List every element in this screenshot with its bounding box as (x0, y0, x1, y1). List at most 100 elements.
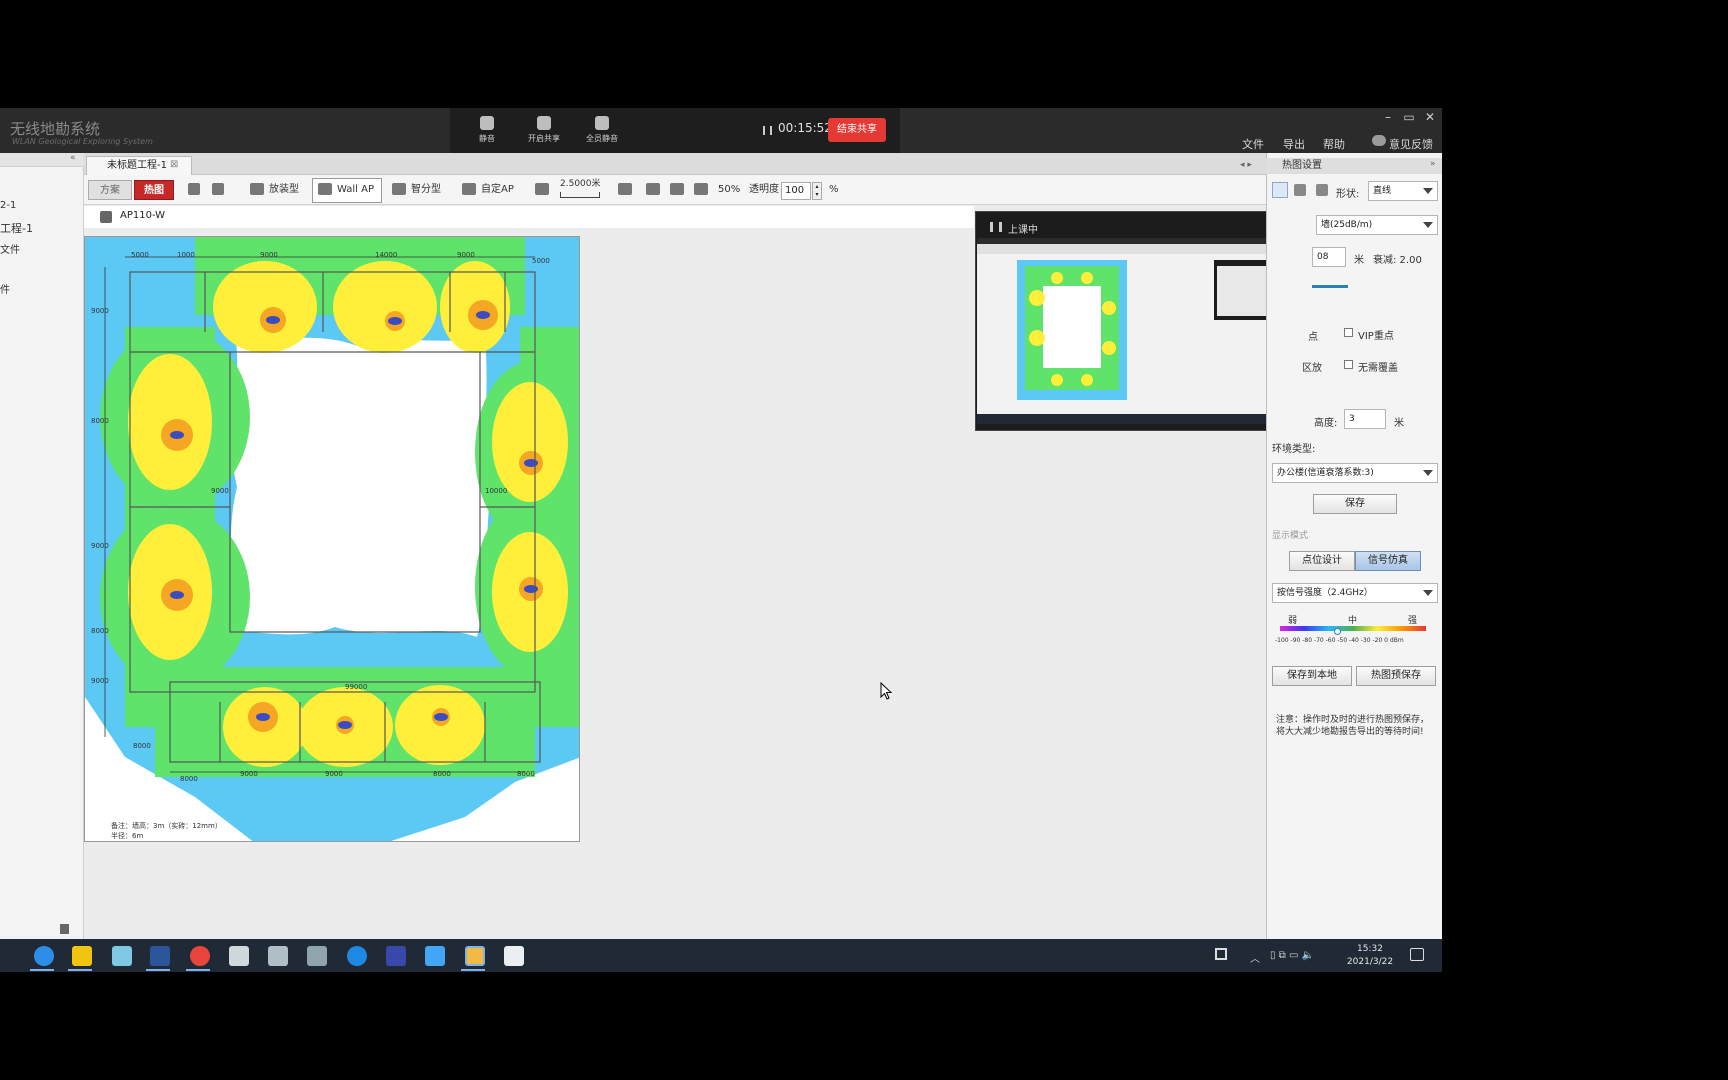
dimension-label: 9000 (260, 251, 278, 259)
survey-app-icon[interactable] (465, 946, 485, 966)
notification-icon[interactable] (1410, 948, 1424, 961)
shape-select[interactable]: 直线 (1368, 181, 1438, 201)
plan-button[interactable]: 方案 (88, 180, 132, 200)
opacity-input[interactable]: 100 (781, 182, 811, 200)
tray-chevron-icon[interactable]: ︿ (1250, 950, 1260, 965)
meeting-timer: 00:15:52 (778, 121, 832, 135)
pen-tool-icon[interactable] (1316, 184, 1328, 196)
word-icon[interactable] (150, 946, 170, 966)
wifi-wall-icon (100, 211, 112, 223)
collapse-panel-icon[interactable]: » (1430, 159, 1436, 169)
wall-ap-button[interactable]: Wall AP (318, 180, 374, 200)
meeting-app-icon[interactable] (425, 946, 445, 966)
tab-close-icon[interactable]: ⊠ (170, 159, 178, 170)
legend-ticks: -100 -90 -80 -70 -60 -50 -40 -30 -20 0 d… (1275, 637, 1404, 644)
app-icon[interactable] (347, 946, 367, 966)
wall-tool-icon[interactable] (188, 180, 205, 200)
app-icon[interactable] (504, 946, 524, 966)
tree-item[interactable]: 工程-1 (0, 220, 33, 236)
wall-material-select[interactable]: 墙(25dB/m) (1316, 215, 1438, 235)
door-tool-icon[interactable] (212, 180, 229, 200)
menu-export[interactable]: 导出 (1283, 136, 1305, 152)
preview-thumbnail-image (977, 238, 1314, 424)
taskbar-clock[interactable]: 15:32 2021/3/22 (1340, 943, 1400, 969)
opacity-label: 透明度 (749, 184, 779, 195)
ap-model-bar: AP110-W (84, 206, 974, 228)
height-label: 高度: (1314, 418, 1338, 429)
tree-item[interactable]: 2-1 (0, 200, 16, 211)
plan-footnote: 备注：墙高：3m（实砖：12mm） (111, 822, 222, 830)
edge-icon[interactable] (34, 946, 54, 966)
heatmap-button[interactable]: 热图 (134, 180, 174, 200)
visio-icon[interactable] (386, 946, 406, 966)
app-icon[interactable] (112, 946, 132, 966)
app-icon[interactable] (229, 946, 249, 966)
dimension-label: 99000 (345, 683, 368, 691)
hand-tool-icon[interactable] (1294, 184, 1306, 196)
minimize-button[interactable]: – (1380, 110, 1396, 124)
menu-help[interactable]: 帮助 (1323, 136, 1345, 152)
menu-file[interactable]: 文件 (1242, 136, 1264, 152)
dimension-label: 9000 (325, 770, 343, 778)
signal-simulation-button[interactable]: 信号仿真 (1355, 551, 1421, 571)
dimension-label: 9000 (91, 677, 109, 685)
point-design-button[interactable]: 点位设计 (1289, 551, 1355, 571)
chrome-icon[interactable] (190, 946, 210, 966)
pan-icon[interactable] (646, 180, 665, 200)
heatmap-presave-button[interactable]: 热图预保存 (1356, 666, 1436, 686)
taskbar-active-indicator (68, 969, 92, 971)
height-input[interactable]: 3 (1344, 409, 1386, 429)
opacity-stepper[interactable]: ▴ ▾ (812, 182, 822, 200)
app-subtitle: WLAN Geological Exploring System (12, 137, 153, 146)
chevron-down-icon (1423, 590, 1433, 596)
signal-metric-select[interactable]: 按信号强度（2.4GHz） (1272, 583, 1438, 603)
mute-all-button[interactable]: 全员静音 (577, 114, 627, 144)
feedback-link[interactable]: 意见反馈 (1389, 136, 1433, 152)
mute-button[interactable]: 静音 (462, 114, 512, 144)
start-share-button[interactable]: 开启共享 (519, 114, 569, 144)
ceiling-ap-button[interactable]: 放装型 (250, 180, 299, 200)
preview-title: 上课中 (1008, 225, 1038, 236)
tray-icons[interactable]: ▯ ⧉ ▭ 🔈 (1270, 950, 1314, 961)
environment-select[interactable]: 办公楼(信道衰落系数:3) (1272, 463, 1438, 483)
keyboard-layout-icon[interactable] (1215, 948, 1227, 960)
zoom-in-icon[interactable] (670, 180, 689, 200)
vip-point-label: VIP重点 (1358, 331, 1394, 342)
wifi-wall-icon (318, 183, 332, 195)
collapse-icon[interactable]: « (70, 153, 76, 163)
restore-button[interactable]: ▭ (1401, 110, 1417, 124)
vip-point-checkbox[interactable] (1344, 328, 1353, 337)
pause-icon (763, 126, 772, 135)
app-icon[interactable] (268, 946, 288, 966)
smart-ap-button[interactable]: 智分型 (392, 180, 441, 200)
legend-slider-handle[interactable] (1334, 628, 1341, 635)
dimension-label: 8000 (517, 770, 535, 778)
tree-item[interactable]: 文件 (0, 241, 20, 256)
wall-thickness-input[interactable]: 08 (1312, 247, 1346, 267)
display-mode-label: 显示模式 (1272, 531, 1309, 541)
trash-icon[interactable] (60, 924, 69, 934)
fit-icon[interactable] (618, 180, 637, 200)
measure-icon[interactable] (535, 180, 554, 200)
file-explorer-icon[interactable] (72, 946, 92, 966)
app-icon[interactable] (307, 946, 327, 966)
tree-item[interactable]: 件 (0, 281, 10, 296)
zoom-out-icon[interactable] (694, 180, 713, 200)
no-coverage-checkbox[interactable] (1344, 360, 1353, 369)
custom-ap-button[interactable]: 自定AP (462, 180, 514, 200)
document-tab-bar (84, 153, 1266, 175)
select-tool-icon[interactable] (1272, 182, 1288, 198)
stop-share-button[interactable]: 结束共享 (828, 118, 886, 142)
zoom-level: 50% (718, 184, 741, 195)
close-button[interactable]: ✕ (1422, 110, 1438, 124)
tab-scroll-arrows[interactable]: ◂ ▸ (1240, 160, 1252, 170)
scale-bar (560, 192, 600, 198)
save-button[interactable]: 保存 (1313, 494, 1397, 514)
dimension-label: 9000 (211, 487, 229, 495)
dimension-label: 14000 (375, 251, 398, 259)
scale-value: 2.5000米 (560, 179, 601, 189)
dimension-label: 9000 (240, 770, 258, 778)
save-local-button[interactable]: 保存到本地 (1272, 666, 1352, 686)
shape-label: 形状: (1336, 189, 1360, 200)
dimension-label: 8000 (133, 742, 151, 750)
